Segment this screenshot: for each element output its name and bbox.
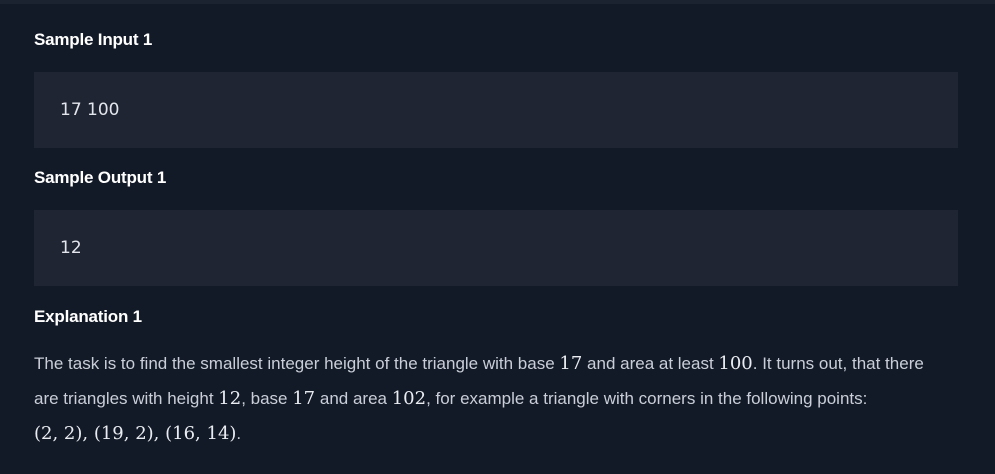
explanation-paragraph: The task is to find the smallest integer…: [34, 346, 958, 451]
explanation-text: . It turns out, that there: [752, 354, 924, 373]
math-area: 100: [718, 353, 753, 374]
sample-output-text: 12: [60, 238, 82, 258]
explanation-heading: Explanation 1: [34, 307, 142, 326]
math-base: 17: [559, 353, 583, 374]
explanation-text: , base: [241, 389, 293, 408]
explanation-text: and area at least: [582, 354, 719, 373]
explanation-text: .: [236, 424, 242, 443]
math-area: 102: [391, 388, 427, 409]
math-points: (2, 2), (19, 2), (16, 14): [34, 423, 237, 444]
math-height: 12: [218, 388, 242, 409]
explanation-text: and area: [315, 389, 392, 408]
explanation-line-2: are triangles with height 12, base 17 an…: [34, 381, 958, 416]
top-divider: [0, 0, 995, 4]
explanation-text: The task is to find the smallest integer…: [34, 354, 560, 373]
explanation-line-1: The task is to find the smallest integer…: [34, 346, 958, 381]
sample-output-box[interactable]: 12: [34, 210, 958, 286]
sample-input-heading: Sample Input 1: [34, 30, 153, 49]
explanation-line-3: (2, 2), (19, 2), (16, 14).: [34, 416, 958, 451]
explanation-text: , for example a triangle with corners in…: [426, 389, 868, 408]
explanation-text: are triangles with height: [34, 389, 219, 408]
sample-input-box[interactable]: 17 100: [34, 72, 958, 148]
sample-input-text: 17 100: [60, 100, 120, 120]
math-base: 17: [292, 388, 316, 409]
sample-output-heading: Sample Output 1: [34, 168, 167, 187]
